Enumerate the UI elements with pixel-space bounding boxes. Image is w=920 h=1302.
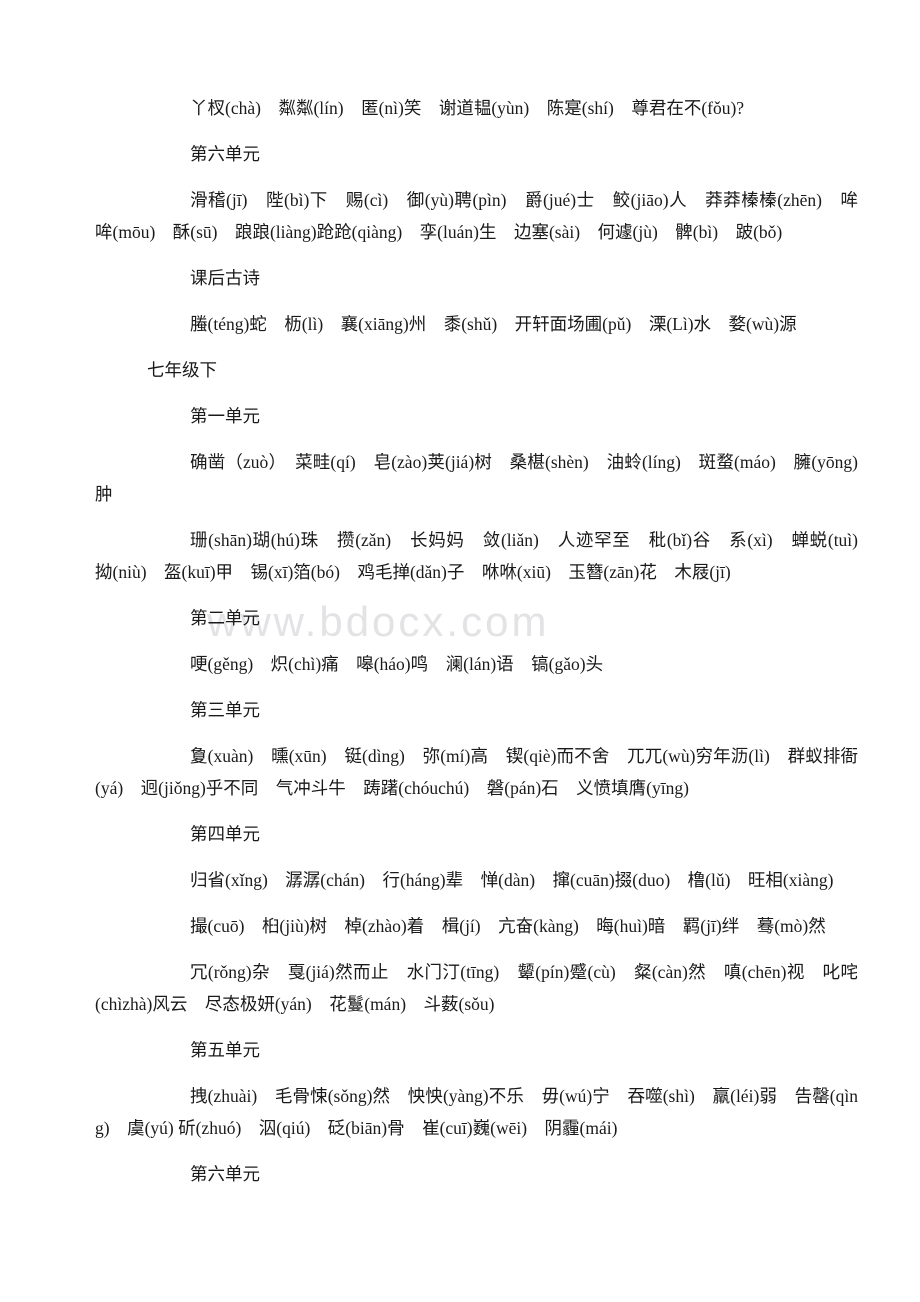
heading-unit-6: 第六单元: [190, 144, 260, 164]
line-unit4-terms-a: 归省(xǐng) 潺潺(chán) 行(háng)辈 惮(dàn) 撺(cuān…: [190, 870, 834, 890]
heading-after-class-poems: 课后古诗: [190, 268, 260, 288]
heading-unit-5: 第五单元: [190, 1040, 260, 1060]
line-unit6-terms: 滑稽(jī) 陛(bì)下 赐(cì) 御(yù)聘(pìn) 爵(jué)士 …: [95, 190, 858, 242]
document-body: 丫杈(chà) 粼粼(lín) 匿(nì)笑 谢道韫(yùn) 陈寔(shí) …: [0, 0, 920, 1204]
document-page: www.bdocx.com 丫杈(chà) 粼粼(lín) 匿(nì)笑 谢道韫…: [0, 0, 920, 1302]
heading-unit-1: 第一单元: [190, 406, 260, 426]
line-unit3-terms: 夐(xuàn) 曛(xūn) 铤(dìng) 弥(mí)高 锲(qiè)而不舍 …: [95, 746, 858, 798]
line-unit1-terms-a: 确凿（zuò） 菜畦(qí) 皂(zào)荚(jiá)树 桑椹(shèn) 油蛉…: [95, 452, 858, 504]
line-unit4-terms-c: 冗(rǒng)杂 戛(jiá)然而止 水门汀(tīng) 颦(pín)蹙(cù)…: [95, 962, 858, 1014]
line-unit4-terms-b: 撮(cuō) 桕(jiù)树 棹(zhào)着 楫(jí) 亢奋(kàng) 晦…: [190, 916, 826, 936]
line-unit5-terms: 丫杈(chà) 粼粼(lín) 匿(nì)笑 谢道韫(yùn) 陈寔(shí) …: [190, 98, 745, 118]
heading-unit-3: 第三单元: [190, 700, 260, 720]
heading-unit-2: 第二单元: [190, 608, 260, 628]
line-unit2-terms: 哽(gěng) 炽(chì)痛 嗥(háo)鸣 澜(lán)语 镐(gǎo)头: [190, 654, 604, 674]
heading-unit-6-second: 第六单元: [190, 1164, 260, 1184]
line-poems-terms: 螣(téng)蛇 枥(lì) 襄(xiāng)州 黍(shǔ) 开轩面场圃(pǔ…: [190, 314, 797, 334]
line-unit5b-terms: 拽(zhuài) 毛骨悚(sǒng)然 怏怏(yàng)不乐 毋(wú)宁 吞噬…: [95, 1086, 858, 1138]
line-unit1-terms-b: 珊(shān)瑚(hú)珠 攒(zǎn) 长妈妈 敛(liǎn) 人迹罕至 秕(…: [95, 530, 876, 582]
heading-grade-7-second-term: 七年级下: [147, 360, 217, 380]
heading-unit-4: 第四单元: [190, 824, 260, 844]
